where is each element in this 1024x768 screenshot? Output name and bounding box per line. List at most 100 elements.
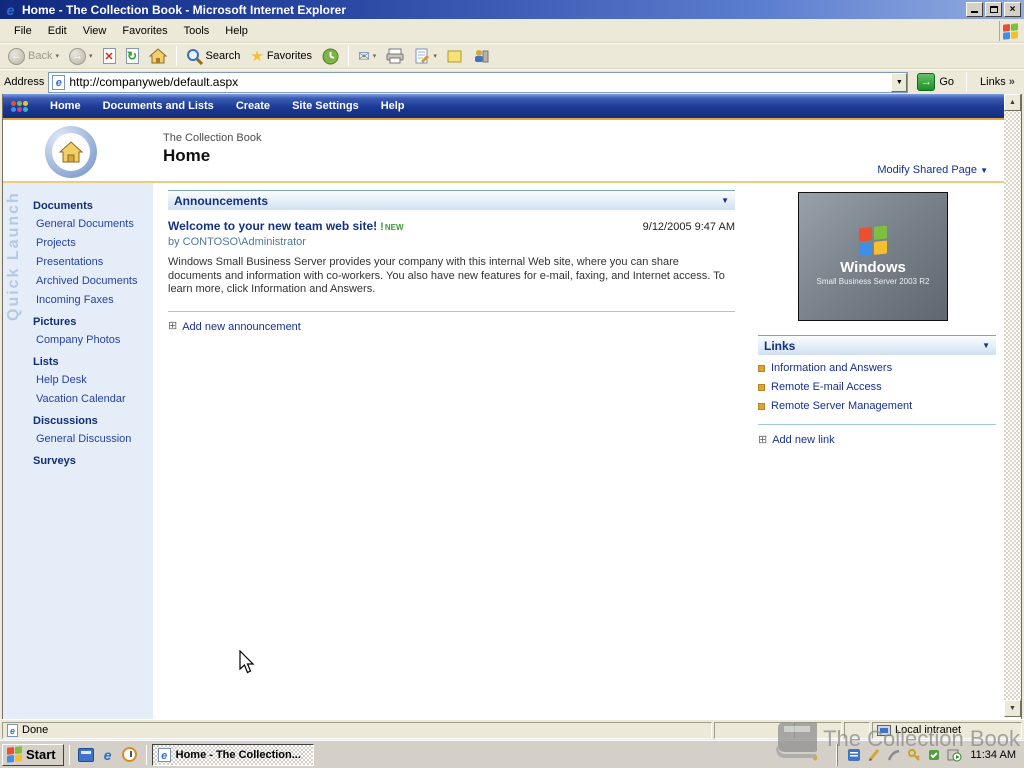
refresh-button[interactable]: ↻ <box>122 46 143 66</box>
start-label: Start <box>26 747 56 762</box>
links-chevron-icon: » <box>1008 76 1015 88</box>
links-caret-icon[interactable]: ▼ <box>982 341 990 350</box>
taskbar-clock[interactable]: 11:34 AM <box>970 749 1016 761</box>
taskbar-task-button[interactable]: e Home - The Collection... <box>151 743 314 766</box>
go-label: Go <box>939 76 955 88</box>
sidebar-header-discussions[interactable]: Discussions <box>33 415 149 427</box>
nav-documents-and-lists[interactable]: Documents and Lists <box>103 100 214 112</box>
back-button[interactable]: ← Back ▾ <box>4 46 63 67</box>
ie-app-icon: e <box>6 1 15 18</box>
add-new-announcement-link[interactable]: ⊞ Add new announcement <box>168 321 735 333</box>
close-button[interactable]: × <box>1004 2 1021 17</box>
link-information-and-answers[interactable]: Information and Answers <box>758 362 996 374</box>
edit-icon <box>415 48 430 64</box>
menu-file[interactable]: File <box>6 22 40 40</box>
announcements-header[interactable]: Announcements ▼ <box>168 190 735 210</box>
sidebar-item-general-discussion[interactable]: General Discussion <box>36 433 149 446</box>
tray-media-icon[interactable] <box>946 747 962 763</box>
status-pane-empty <box>794 721 842 739</box>
forward-dropdown-icon[interactable]: ▾ <box>89 52 93 60</box>
print-button[interactable] <box>382 46 408 66</box>
favorites-button[interactable]: ★ Favorites <box>246 45 316 67</box>
page-favicon: e <box>52 74 66 90</box>
menu-favorites[interactable]: Favorites <box>114 22 175 40</box>
status-page-icon: e <box>7 723 18 737</box>
quick-launch-sidebar: Quick Launch Documents General Documents… <box>3 183 153 719</box>
menu-help[interactable]: Help <box>217 22 256 40</box>
link-label: Remote Server Management <box>771 400 913 412</box>
sidebar-header-pictures[interactable]: Pictures <box>33 316 149 328</box>
new-bang-icon: ! <box>380 221 384 233</box>
tray-notes-icon[interactable] <box>846 747 862 763</box>
discuss-icon <box>447 50 462 62</box>
sidebar-item-projects[interactable]: Projects <box>36 237 149 250</box>
address-dropdown-button[interactable]: ▼ <box>891 72 908 92</box>
messenger-button[interactable] <box>469 46 493 66</box>
print-icon <box>386 48 404 64</box>
history-button[interactable] <box>318 46 343 67</box>
sidebar-item-general-documents[interactable]: General Documents <box>36 218 149 231</box>
taskbar-separator <box>145 744 147 765</box>
sidebar-item-help-desk[interactable]: Help Desk <box>36 374 149 387</box>
search-button[interactable]: Search <box>182 46 245 67</box>
nav-help[interactable]: Help <box>381 100 405 112</box>
tray-security-icon[interactable] <box>926 747 942 763</box>
home-site-icon <box>58 141 84 163</box>
back-dropdown-icon[interactable]: ▾ <box>55 52 59 60</box>
tray-stylus-icon[interactable] <box>886 747 902 763</box>
add-new-link[interactable]: ⊞ Add new link <box>758 434 996 446</box>
quicklaunch-ie-button[interactable]: e <box>98 745 118 765</box>
mail-button[interactable]: ✉ ▾ <box>354 46 380 67</box>
menu-edit[interactable]: Edit <box>40 22 75 40</box>
edit-dropdown-icon[interactable]: ▾ <box>433 52 437 60</box>
sidebar-item-company-photos[interactable]: Company Photos <box>36 334 149 347</box>
mail-dropdown-icon[interactable]: ▾ <box>373 52 377 60</box>
links-toolbar[interactable]: Links » <box>980 76 1019 88</box>
address-input[interactable] <box>69 73 888 91</box>
nav-home[interactable]: Home <box>50 100 81 112</box>
forward-button[interactable]: → ▾ <box>65 46 97 67</box>
go-button[interactable]: → Go <box>912 72 959 92</box>
start-button[interactable]: Start <box>2 743 64 766</box>
vertical-scrollbar[interactable]: ▲ ▼ <box>1004 94 1021 717</box>
add-icon: ⊞ <box>168 320 178 332</box>
home-button[interactable] <box>145 46 171 66</box>
minimize-button[interactable] <box>966 2 983 17</box>
scroll-down-button[interactable]: ▼ <box>1004 700 1021 717</box>
sidebar-item-vacation-calendar[interactable]: Vacation Calendar <box>36 393 149 406</box>
sidebar-header-lists[interactable]: Lists <box>33 356 149 368</box>
announcement-byline[interactable]: by CONTOSO\Administrator <box>168 236 735 248</box>
window-title: Home - The Collection Book - Microsoft I… <box>22 2 347 17</box>
modify-shared-page-menu[interactable]: Modify Shared Page ▼ <box>877 164 988 176</box>
menu-view[interactable]: View <box>75 22 115 40</box>
windows-flag-icon <box>1003 22 1018 40</box>
nav-site-settings[interactable]: Site Settings <box>292 100 359 112</box>
announcement-item-title[interactable]: Welcome to your new team web site! <box>168 219 377 233</box>
links-header[interactable]: Links ▼ <box>758 335 996 355</box>
sidebar-item-incoming-faxes[interactable]: Incoming Faxes <box>36 294 149 307</box>
nav-create[interactable]: Create <box>236 100 270 112</box>
sidebar-item-archived-documents[interactable]: Archived Documents <box>36 275 149 288</box>
tray-keys-icon[interactable] <box>906 747 922 763</box>
menu-tools[interactable]: Tools <box>176 22 218 40</box>
discuss-button[interactable] <box>443 47 467 66</box>
link-remote-email-access[interactable]: Remote E-mail Access <box>758 381 996 393</box>
edit-button[interactable]: ▾ <box>410 46 441 66</box>
announcements-caret-icon[interactable]: ▼ <box>721 196 729 205</box>
tray-pen-icon[interactable] <box>866 747 882 763</box>
quicklaunch-show-desktop-button[interactable] <box>76 745 96 765</box>
stop-button[interactable]: ✕ <box>99 46 120 66</box>
sharepoint-logo-icon <box>11 100 28 112</box>
address-field[interactable]: e ▼ <box>48 71 909 93</box>
sidebar-header-documents[interactable]: Documents <box>33 200 149 212</box>
browser-viewport: Home Documents and Lists Create Site Set… <box>2 94 1022 719</box>
sidebar-item-presentations[interactable]: Presentations <box>36 256 149 269</box>
scroll-up-button[interactable]: ▲ <box>1004 94 1021 111</box>
restore-button[interactable] <box>985 2 1002 17</box>
links-divider <box>758 424 996 425</box>
link-remote-server-management[interactable]: Remote Server Management <box>758 400 996 412</box>
sidebar-header-surveys[interactable]: Surveys <box>33 455 149 467</box>
quicklaunch-clock-button[interactable] <box>120 745 140 765</box>
windows-logo-icon <box>999 21 1021 41</box>
sbs-image-title: Windows <box>840 259 906 276</box>
